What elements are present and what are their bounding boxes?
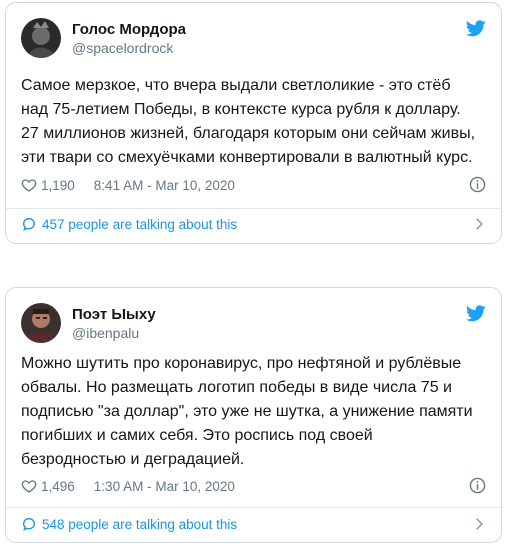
divider [6,507,501,508]
tweet-header: Голос Мордора @spacelordrock [21,18,486,60]
speech-bubble-icon [21,216,37,232]
avatar[interactable] [21,18,61,58]
timestamp[interactable]: 1:30 AM - Mar 10, 2020 [94,479,235,494]
author-names: Голос Мордора @spacelordrock [72,21,186,57]
timestamp[interactable]: 8:41 AM - Mar 10, 2020 [94,178,235,193]
tweet-text: Можно шутить про коронавирус, про нефтян… [21,355,473,468]
like-count[interactable]: 1,190 [41,178,75,193]
talking-label[interactable]: 457 people are talking about this [42,217,237,232]
handle[interactable]: @ibenpalu [72,324,156,342]
info-icon[interactable] [469,176,486,193]
tweet-text: Самое мерзкое, что вчера выдали светлоли… [21,77,476,166]
display-name[interactable]: Голос Мордора [72,21,186,39]
tweet-meta: 1,496 1:30 AM - Mar 10, 2020 [21,476,486,496]
twitter-bird-icon[interactable] [465,305,486,322]
tweet-card[interactable]: Поэт Ыыху @ibenpalu Можно шутить про кор… [5,287,502,543]
talking-label[interactable]: 548 people are talking about this [42,517,237,532]
heart-icon[interactable] [21,478,37,494]
conversation-link[interactable]: 548 people are talking about this [21,514,486,534]
tweet-header: Поэт Ыыху @ibenpalu [21,303,486,345]
divider [6,208,501,209]
tweet-card[interactable]: Голос Мордора @spacelordrock Самое мерзк… [5,2,502,244]
twitter-bird-icon[interactable] [465,20,486,37]
chevron-right-icon[interactable] [472,217,486,231]
tweet-meta: 1,190 8:41 AM - Mar 10, 2020 [21,175,486,195]
info-icon[interactable] [469,477,486,494]
author-names: Поэт Ыыху @ibenpalu [72,306,156,342]
handle[interactable]: @spacelordrock [72,39,186,57]
heart-icon[interactable] [21,177,37,193]
conversation-link[interactable]: 457 people are talking about this [21,214,486,234]
speech-bubble-icon [21,516,37,532]
display-name[interactable]: Поэт Ыыху [72,306,156,324]
avatar[interactable] [21,303,61,343]
like-count[interactable]: 1,496 [41,479,75,494]
chevron-right-icon[interactable] [472,517,486,531]
